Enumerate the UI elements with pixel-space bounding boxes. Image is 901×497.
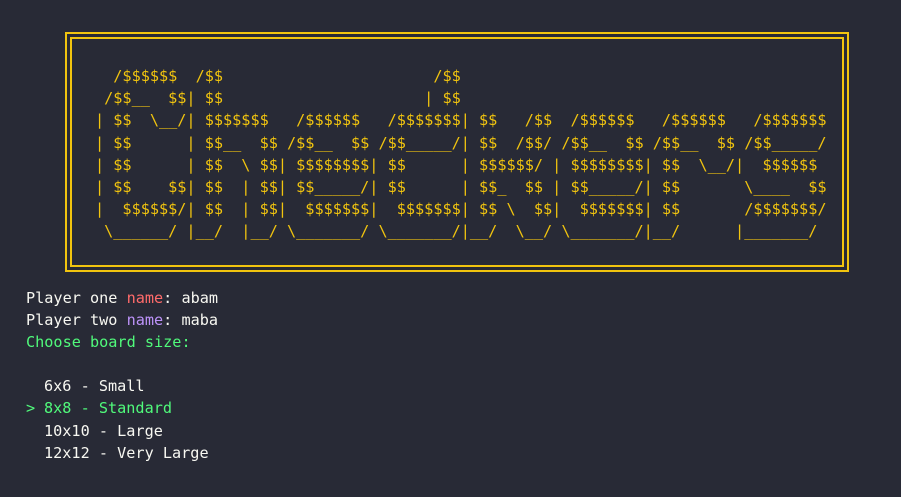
- board-size-prompt: Choose board size:: [26, 333, 191, 351]
- menu-option-label: 10x10 - Large: [44, 421, 163, 440]
- menu-option[interactable]: 10x10 - Large: [26, 420, 209, 442]
- ascii-banner: /$$$$$$ /$$ /$$ /$$__ $$| $$ | $$ | $$ \…: [95, 65, 827, 243]
- ascii-banner-line: | $$ \__/| $$$$$$$ /$$$$$$ /$$$$$$$| $$ …: [95, 111, 827, 130]
- player-one-value: : abam: [163, 289, 219, 307]
- ascii-banner-line: \______/ |__/ |__/ \_______/ \_______/|_…: [95, 222, 818, 241]
- player-one-prefix: Player one: [26, 289, 127, 307]
- player-one-name-keyword: name: [126, 289, 164, 307]
- ascii-banner-line: /$$__ $$| $$ | $$: [95, 89, 461, 108]
- player-one-prompt: Player one name: abam: [26, 287, 218, 309]
- menu-option[interactable]: 6x6 - Small: [26, 375, 209, 397]
- menu-option-label: 12x12 - Very Large: [44, 443, 209, 462]
- terminal-window: /$$$$$$ /$$ /$$ /$$__ $$| $$ | $$ | $$ \…: [0, 0, 901, 497]
- menu-option[interactable]: 12x12 - Very Large: [26, 442, 209, 464]
- selection-pointer-icon: >: [26, 399, 36, 418]
- player-two-value: : maba: [163, 311, 219, 329]
- board-size-menu[interactable]: 6x6 - Small >8x8 - Standard 10x10 - Large 1…: [26, 375, 209, 464]
- ascii-banner-line: /$$$$$$ /$$ /$$: [95, 67, 461, 85]
- player-two-prompt: Player two name: maba: [26, 309, 218, 331]
- player-two-prefix: Player two: [26, 311, 127, 329]
- menu-option-label: 6x6 - Small: [44, 377, 145, 395]
- menu-option[interactable]: >8x8 - Standard: [26, 397, 209, 419]
- ascii-banner-line: | $$ | $$__ $$ /$$__ $$ /$$_____/| $$ /$…: [95, 133, 827, 152]
- ascii-banner-line: | $$$$$$/| $$ | $$| $$$$$$$| $$$$$$$| $$…: [95, 200, 827, 219]
- player-two-name-keyword: name: [126, 311, 164, 329]
- ascii-banner-line: | $$ | $$ \ $$| $$$$$$$$| $$ | $$$$$$/ |…: [95, 155, 818, 174]
- menu-option-label: 8x8 - Standard: [44, 399, 173, 418]
- ascii-banner-line: | $$ $$| $$ | $$| $$_____/| $$ | $$_ $$ …: [95, 178, 827, 197]
